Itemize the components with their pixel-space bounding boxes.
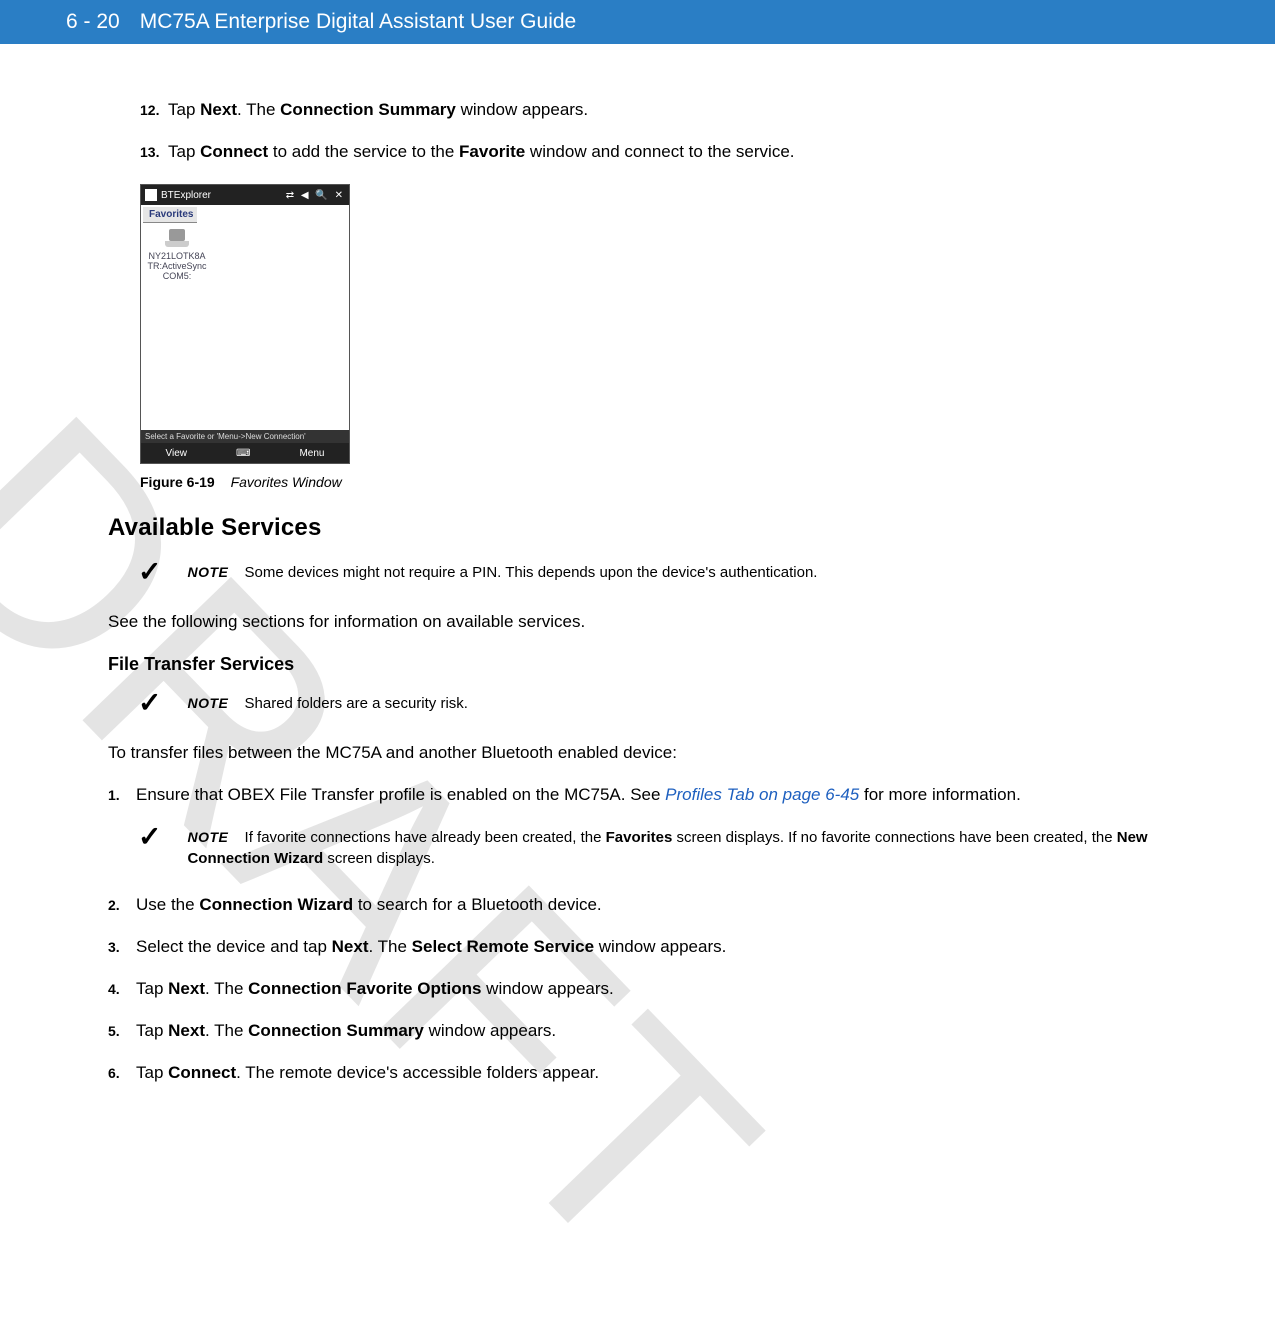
step-3: 3. Select the device and tap Next. The S… [108,937,1215,957]
ss-title: BTExplorer [161,190,211,201]
subsection-file-transfer: File Transfer Services [108,654,1215,675]
keyboard-icon: ⌨ [236,448,250,459]
step-number: 1. [108,787,136,803]
figure-6-19: BTExplorer ⇄ ◀ 🔍 ✕ Favorites NY21LOTK8A … [140,184,1215,490]
favorites-window-screenshot: BTExplorer ⇄ ◀ 🔍 ✕ Favorites NY21LOTK8A … [140,184,350,464]
note-block-3: ✓ NOTE If favorite connections have alre… [138,827,1215,869]
check-icon: ✓ [138,558,161,586]
bold: Connect [200,142,268,161]
figure-caption: Figure 6-19 Favorites Window [140,474,1215,490]
text: Tap [136,1063,168,1082]
figure-label: Figure 6-19 [140,474,215,490]
text: . The [205,979,248,998]
bold: Next [168,1021,205,1040]
text: Tap [136,1021,168,1040]
guide-title: MC75A Enterprise Digital Assistant User … [140,10,577,34]
note-text: Some devices might not require a PIN. Th… [245,564,818,581]
step-number: 3. [108,939,136,955]
text: . The remote device's accessible folders… [236,1063,599,1082]
text: . The [205,1021,248,1040]
text: window and connect to the service. [525,142,794,161]
ss-status-bar: Select a Favorite or 'Menu->New Connecti… [141,430,349,443]
note-label: NOTE [187,695,228,711]
check-icon: ✓ [138,823,161,851]
text: If favorite connections have already bee… [245,829,606,846]
step-6: 6. Tap Connect. The remote device's acce… [108,1063,1215,1083]
text: window appears. [481,979,613,998]
sub-steps: 2. Use the Connection Wizard to search f… [108,895,1215,1083]
note-block-2: ✓ NOTE Shared folders are a security ris… [138,693,1215,717]
text: window appears. [456,100,588,119]
note-label: NOTE [187,829,228,845]
step-2: 2. Use the Connection Wizard to search f… [108,895,1215,915]
bold: Next [332,937,369,956]
text: to add the service to the [268,142,459,161]
paragraph-2: To transfer files between the MC75A and … [108,743,1215,763]
step-4: 4. Tap Next. The Connection Favorite Opt… [108,979,1215,999]
ss-bottom-bar: View ⌨ Menu [141,443,349,463]
text: . The [369,937,412,956]
step-number: 4. [108,981,136,997]
bold: Favorite [459,142,525,161]
text: screen displays. [323,850,435,867]
text: Tap [168,100,200,119]
bold: Connection Wizard [199,895,353,914]
figure-title: Favorites Window [231,474,342,490]
text: Select the device and tap [136,937,332,956]
text: for more information. [859,785,1021,804]
section-available-services: Available Services [108,514,1215,542]
text: Tap [168,142,200,161]
step-12: 12. Tap Next. The Connection Summary win… [140,100,1215,120]
text: screen displays. If no favorite connecti… [672,829,1116,846]
text: Use the [136,895,199,914]
ss-title-bar: BTExplorer ⇄ ◀ 🔍 ✕ [141,185,349,205]
text: . The [237,100,280,119]
paragraph-1: See the following sections for informati… [108,612,1215,632]
text: Tap [136,979,168,998]
step-number: 12. [140,102,168,118]
ss-menu-button: Menu [299,448,324,459]
text: window appears. [424,1021,556,1040]
ss-favorite-item: NY21LOTK8A TR:ActiveSync COM5: [147,229,207,282]
step-5: 5. Tap Next. The Connection Summary wind… [108,1021,1215,1041]
ss-top-icons: ⇄ ◀ 🔍 ✕ [286,190,345,201]
top-steps: 12. Tap Next. The Connection Summary win… [108,100,1215,162]
note-label: NOTE [187,564,228,580]
bold: Next [168,979,205,998]
check-icon: ✓ [138,689,161,717]
step-number: 6. [108,1065,136,1081]
bold: Favorites [606,829,673,846]
text: window appears. [594,937,726,956]
bold: Select Remote Service [412,937,594,956]
ss-tab-favorites: Favorites [143,207,197,223]
ss-body: NY21LOTK8A TR:ActiveSync COM5: [141,223,349,430]
bold: Connection Summary [280,100,456,119]
step-13: 13. Tap Connect to add the service to th… [140,142,1215,162]
step-1: 1. Ensure that OBEX File Transfer profil… [108,785,1215,805]
page-content: 12. Tap Next. The Connection Summary win… [0,44,1275,1145]
page-header: 6 - 20 MC75A Enterprise Digital Assistan… [0,0,1275,44]
note-block-1: ✓ NOTE Some devices might not require a … [138,562,1215,586]
ss-item-line3: COM5: [147,272,207,282]
step-number: 5. [108,1023,136,1039]
bold: Connect [168,1063,236,1082]
windows-icon [145,189,157,201]
bold: Next [200,100,237,119]
step-number: 13. [140,144,168,160]
page-number: 6 - 20 [66,10,120,34]
bold: Connection Favorite Options [248,979,481,998]
ss-view-button: View [166,448,188,459]
cross-ref-link[interactable]: Profiles Tab on page 6-45 [665,785,859,804]
text: Ensure that OBEX File Transfer profile i… [136,785,665,804]
bold: Connection Summary [248,1021,424,1040]
step-number: 2. [108,897,136,913]
note-text: Shared folders are a security risk. [245,695,468,712]
text: to search for a Bluetooth device. [353,895,602,914]
laptop-icon [163,229,191,249]
